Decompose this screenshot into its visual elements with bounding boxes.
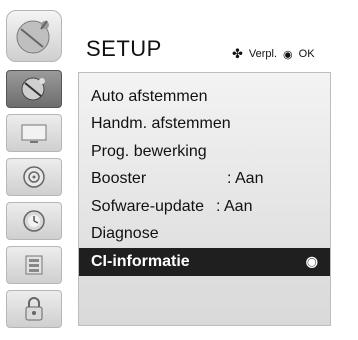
menu-item-ci-informatie[interactable]: CI-informatie ◉: [79, 248, 330, 276]
category-sidebar: [6, 70, 62, 332]
setup-menu-panel: Auto afstemmen Handm. afstemmen Prog. be…: [78, 72, 331, 326]
navigation-hint: ✤ Verpl. ◉ OK: [232, 46, 315, 62]
menu-item-booster[interactable]: Booster : Aan: [79, 166, 330, 194]
setup-icon: [21, 77, 45, 101]
menu-item-prog-bewerking[interactable]: Prog. bewerking: [79, 138, 330, 166]
time-icon: [23, 210, 45, 232]
ok-icon: ◉: [283, 48, 293, 61]
picture-icon: [21, 124, 47, 143]
sidebar-item-option[interactable]: [6, 246, 62, 284]
sidebar-item-audio[interactable]: [6, 158, 62, 196]
ok-label: OK: [298, 48, 315, 60]
sidebar-item-picture[interactable]: [6, 114, 62, 152]
menu-item-label: Auto afstemmen: [91, 87, 208, 105]
sidebar-item-setup[interactable]: [6, 70, 62, 108]
sidebar-item-lock[interactable]: [6, 290, 62, 328]
software-update-value: : Aan: [216, 197, 253, 215]
page-title: SETUP: [86, 36, 162, 61]
ok-icon: ◉: [305, 253, 318, 270]
tv-menu-screen: SETUP ✤ Verpl. ◉ OK Auto afstemmen Handm…: [0, 0, 358, 340]
menu-item-label: Handm. afstemmen: [91, 115, 231, 133]
menu-item-auto-afstemmen[interactable]: Auto afstemmen: [79, 83, 330, 111]
menu-item-handm-afstemmen[interactable]: Handm. afstemmen: [79, 111, 330, 139]
booster-value: : Aan: [227, 170, 264, 188]
menu-item-software-update[interactable]: Sofware-update : Aan: [79, 193, 330, 221]
menu-item-label: Diagnose: [91, 225, 159, 243]
menu-item-label: CI-informatie: [91, 252, 190, 270]
sidebar-item-time[interactable]: [6, 202, 62, 240]
setup-menu-list: Auto afstemmen Handm. afstemmen Prog. be…: [79, 83, 330, 276]
menu-item-label: Booster: [91, 170, 147, 188]
menu-item-label: Prog. bewerking: [91, 142, 207, 160]
lock-icon: [25, 297, 43, 321]
setup-satellite-icon: [6, 10, 62, 62]
navigate-label: Verpl.: [248, 48, 278, 60]
menu-item-diagnose[interactable]: Diagnose: [79, 221, 330, 249]
menu-item-label: Sofware-update: [91, 197, 204, 215]
navigate-arrows-icon: ✤: [232, 46, 243, 61]
option-icon: [25, 255, 43, 275]
audio-icon: [23, 166, 45, 188]
